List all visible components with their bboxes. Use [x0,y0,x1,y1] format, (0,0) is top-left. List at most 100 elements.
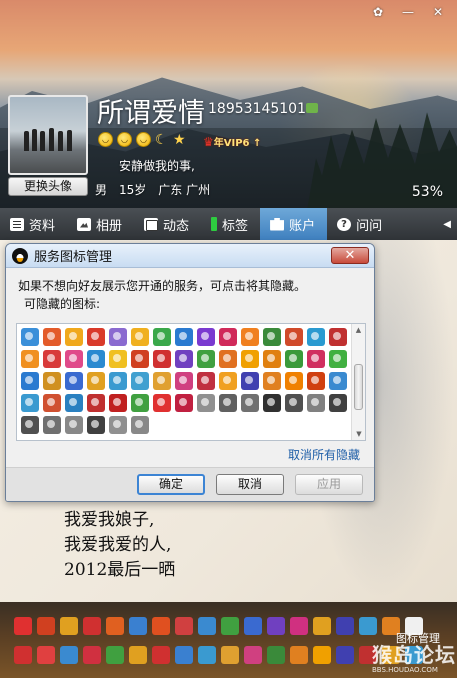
service-icon[interactable] [129,646,147,664]
service-icon[interactable] [43,328,61,346]
service-icon[interactable] [198,646,216,664]
service-icon[interactable] [197,394,215,412]
service-icon[interactable] [43,394,61,412]
unhide-all-link[interactable]: 取消所有隐藏 [288,446,360,463]
service-icon[interactable] [14,617,32,635]
service-icon[interactable] [263,394,281,412]
smile-icon[interactable]: ◡ [136,132,151,147]
service-icon[interactable] [106,617,124,635]
service-icon[interactable] [329,350,347,368]
service-icon[interactable] [65,372,83,390]
apply-button[interactable]: 应用 [295,474,363,495]
tab-account[interactable]: 账户 [260,208,328,240]
service-icon[interactable] [131,372,149,390]
service-icon[interactable] [37,617,55,635]
service-icon[interactable] [65,416,83,434]
service-icon[interactable] [87,350,105,368]
service-icon[interactable] [336,617,354,635]
service-icon[interactable] [307,394,325,412]
service-icon[interactable] [87,416,105,434]
close-button[interactable]: ✕ [427,4,449,20]
tab-album[interactable]: 相册 [67,208,134,240]
service-icon[interactable] [175,394,193,412]
scrollbar[interactable]: ▲ ▼ [351,324,365,440]
service-icon[interactable] [307,328,325,346]
service-icon[interactable] [153,350,171,368]
tab-feed[interactable]: 动态 [134,208,201,240]
service-icon[interactable] [241,372,259,390]
service-icon[interactable] [21,350,39,368]
service-icon[interactable] [21,328,39,346]
tab-ask[interactable]: ? 问问 [327,208,394,240]
service-icon[interactable] [175,328,193,346]
service-icon[interactable] [65,328,83,346]
service-icon[interactable] [313,617,331,635]
star-icon[interactable]: ★ [173,133,187,147]
service-icon[interactable] [131,350,149,368]
service-icon[interactable] [152,646,170,664]
skin-icon[interactable]: ✿ [367,4,389,20]
service-icon[interactable] [131,394,149,412]
service-icon[interactable] [285,350,303,368]
service-icon[interactable] [109,350,127,368]
service-icon[interactable] [290,617,308,635]
service-icon[interactable] [175,372,193,390]
service-icon[interactable] [336,646,354,664]
service-icon[interactable] [241,350,259,368]
service-icon[interactable] [129,617,147,635]
service-icon[interactable] [263,372,281,390]
smile-icon[interactable]: ◡ [98,132,113,147]
service-icon[interactable] [219,394,237,412]
service-icon[interactable] [290,646,308,664]
change-avatar-button[interactable]: 更换头像 [8,177,88,196]
service-icon[interactable] [65,350,83,368]
service-icon[interactable] [153,328,171,346]
service-icon[interactable] [329,394,347,412]
service-icon[interactable] [285,328,303,346]
service-icon[interactable] [285,394,303,412]
minimize-button[interactable]: — [397,4,419,20]
service-icon[interactable] [241,394,259,412]
service-icon[interactable] [219,372,237,390]
service-icon[interactable] [14,646,32,664]
service-icon[interactable] [153,394,171,412]
scroll-down-icon[interactable]: ▼ [352,428,365,440]
service-icon[interactable] [198,617,216,635]
service-icon[interactable] [307,372,325,390]
service-icon[interactable] [197,350,215,368]
service-icon[interactable] [267,617,285,635]
moon-icon[interactable]: ☾ [155,133,169,147]
service-icon[interactable] [37,646,55,664]
service-icon[interactable] [83,646,101,664]
service-icon[interactable] [106,646,124,664]
service-icon[interactable] [197,372,215,390]
service-icon[interactable] [241,328,259,346]
service-icon[interactable] [21,372,39,390]
service-icon[interactable] [21,416,39,434]
cancel-button[interactable]: 取消 [216,474,284,495]
service-icon[interactable] [87,394,105,412]
service-icon[interactable] [131,328,149,346]
service-icon[interactable] [175,350,193,368]
service-icon[interactable] [197,328,215,346]
service-icon[interactable] [60,617,78,635]
ok-button[interactable]: 确定 [137,474,205,495]
service-icon[interactable] [43,372,61,390]
service-icon[interactable] [244,617,262,635]
service-icon[interactable] [153,372,171,390]
service-icon[interactable] [131,416,149,434]
scrollbar-thumb[interactable] [354,364,363,410]
vip-badge[interactable]: ♛年VIP6 ↑ [203,134,261,149]
service-icon[interactable] [329,328,347,346]
signature[interactable]: 安静做我的事, [119,157,195,174]
service-icon[interactable] [21,394,39,412]
service-icon[interactable] [329,372,347,390]
service-icon[interactable] [109,394,127,412]
service-icon[interactable] [244,646,262,664]
service-icon[interactable] [175,646,193,664]
service-icon[interactable] [263,350,281,368]
dialog-close-button[interactable]: ✕ [331,247,369,264]
service-icon[interactable] [43,416,61,434]
service-icon[interactable] [109,372,127,390]
service-icon[interactable] [313,646,331,664]
